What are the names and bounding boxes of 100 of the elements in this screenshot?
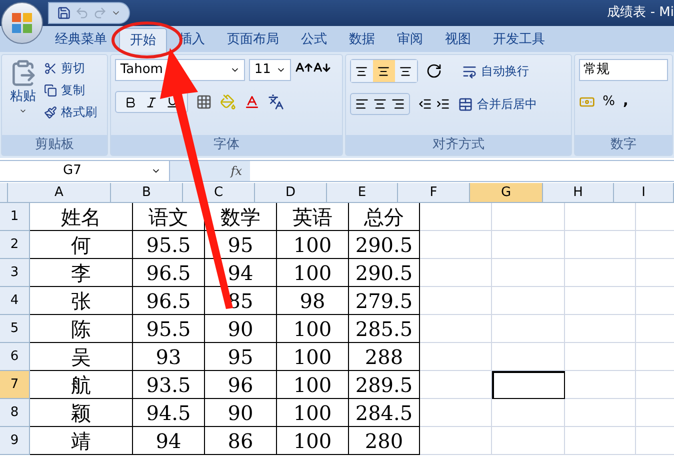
table-cell: 100 (277, 231, 349, 259)
table-cell: 290.5 (349, 259, 420, 287)
vertical-align-button[interactable] (350, 60, 373, 82)
wrap-text-icon (462, 64, 477, 78)
phonetic-icon[interactable] (268, 94, 284, 110)
row-header[interactable]: 4 (0, 287, 30, 315)
orientation-icon[interactable] (426, 63, 442, 79)
empty-cell (565, 343, 636, 371)
ribbon-tab[interactable]: 数据 (339, 28, 385, 52)
table-cell: 96.5 (133, 259, 205, 287)
table-cell: 93 (133, 343, 205, 371)
table-cell: 100 (277, 259, 349, 287)
table-cell: 100 (277, 315, 349, 343)
ribbon-tab[interactable]: 经典菜单 (45, 28, 117, 52)
row-header[interactable]: 6 (0, 343, 30, 371)
empty-cell (420, 203, 492, 231)
empty-cell (420, 315, 492, 343)
empty-cell (420, 287, 492, 315)
table-cell: 86 (205, 427, 277, 455)
table-cell: 96 (205, 371, 277, 399)
ribbon-tab[interactable]: 审阅 (387, 28, 433, 52)
column-header[interactable]: B (111, 183, 183, 202)
ribbon-tab[interactable]: 开始 (119, 28, 167, 52)
table-cell: 280 (349, 427, 420, 455)
row-header[interactable]: 8 (0, 399, 30, 427)
vertical-align-button[interactable] (394, 60, 417, 82)
column-header[interactable]: A (8, 183, 111, 202)
column-header[interactable]: E (327, 183, 398, 202)
border-icon[interactable] (196, 94, 212, 110)
name-box[interactable]: G7 (0, 161, 170, 181)
row-header[interactable]: 9 (0, 427, 30, 455)
column-header[interactable]: I (614, 183, 674, 202)
empty-cell (565, 371, 636, 399)
row-header[interactable]: 3 (0, 259, 30, 287)
align-center-icon[interactable] (372, 97, 387, 111)
align-right-icon[interactable] (390, 97, 405, 111)
table-cell: 总分 (349, 203, 420, 231)
ribbon-tab[interactable]: 视图 (435, 28, 481, 52)
empty-cell (565, 259, 636, 287)
table-cell: 靖 (30, 427, 133, 455)
align-left-icon[interactable] (354, 97, 369, 111)
table-cell: 李 (30, 259, 133, 287)
table-cell: 284.5 (349, 399, 420, 427)
format-painter-button[interactable]: 格式刷 (44, 103, 97, 121)
row-header[interactable]: 7 (0, 371, 30, 399)
selected-cell[interactable] (492, 371, 565, 399)
table-cell: 96.5 (133, 287, 205, 315)
row-header[interactable]: 1 (0, 203, 30, 231)
ribbon-tab[interactable]: 开发工具 (483, 28, 555, 52)
table-cell: 95 (205, 343, 277, 371)
number-format-field[interactable]: 常规 (578, 59, 668, 81)
table-cell: 94.5 (133, 399, 205, 427)
paste-button[interactable]: 粘贴 (6, 59, 40, 121)
ribbon-tab[interactable]: 公式 (291, 28, 337, 52)
wrap-text-button[interactable]: 自动换行 (462, 62, 529, 80)
formula-input[interactable] (250, 161, 674, 181)
insert-function-icon[interactable]: fx (170, 161, 250, 181)
group-label: 数字 (610, 136, 636, 154)
copy-button[interactable]: 复制 (44, 81, 97, 99)
ribbon-tab[interactable]: 页面布局 (217, 28, 289, 52)
column-header[interactable]: H (543, 183, 614, 202)
empty-cell (565, 203, 636, 231)
merge-icon (458, 96, 473, 112)
empty-cell (420, 259, 492, 287)
table-cell: 何 (30, 231, 133, 259)
fill-color-icon[interactable] (220, 94, 236, 110)
table-cell: 陈 (30, 315, 133, 343)
font-size-field[interactable]: 11 (249, 59, 292, 81)
table-cell: 航 (30, 371, 133, 399)
bold-icon[interactable] (124, 96, 138, 108)
group-label: 剪贴板 (35, 136, 74, 154)
paintbrush-icon (44, 106, 57, 118)
table-cell: 93.5 (133, 371, 205, 399)
font-color-icon[interactable] (244, 94, 260, 110)
table-cell: 100 (277, 399, 349, 427)
office-logo-icon (11, 12, 33, 34)
empty-cell (565, 287, 636, 315)
row-header[interactable]: 5 (0, 315, 30, 343)
merge-center-button[interactable]: 合并后居中 (458, 95, 537, 113)
group-label: 字体 (214, 136, 240, 154)
table-cell: 285.5 (349, 315, 420, 343)
comma-button[interactable]: , (622, 91, 628, 112)
percent-button[interactable]: % (602, 92, 615, 112)
save-icon[interactable] (57, 6, 71, 20)
decrease-indent-icon[interactable] (418, 97, 432, 111)
italic-icon[interactable] (145, 96, 158, 108)
empty-cell (565, 399, 636, 427)
table-cell: 英语 (277, 203, 349, 231)
align-lines-icon (355, 64, 368, 78)
cut-button[interactable]: 剪切 (44, 59, 97, 77)
empty-cell (420, 231, 492, 259)
increase-indent-icon[interactable] (436, 97, 450, 111)
table-cell: 吴 (30, 343, 133, 371)
column-header[interactable]: D (255, 183, 327, 202)
row-header[interactable]: 2 (0, 231, 30, 259)
align-lines-icon (377, 64, 390, 78)
empty-cell (565, 231, 636, 259)
column-header[interactable]: G (470, 183, 543, 202)
table-cell: 90 (205, 399, 277, 427)
vertical-align-button[interactable] (372, 60, 395, 82)
